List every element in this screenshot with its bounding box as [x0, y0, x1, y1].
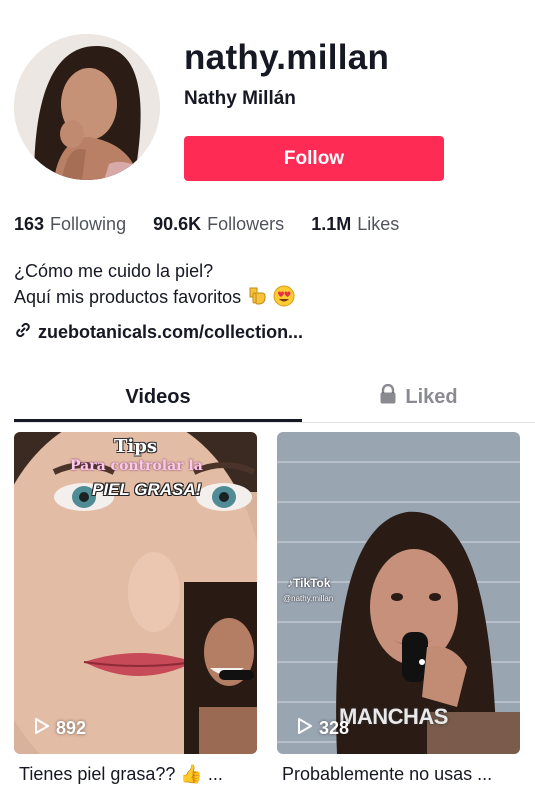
followers-label: Followers [207, 214, 285, 234]
play-icon [297, 717, 313, 740]
following-count: 163 [14, 214, 45, 234]
video-overlay-headline: PIEL GRASA! [92, 480, 202, 499]
bio-line-2: Aquí mis productos favoritos [14, 287, 242, 307]
following-label: Following [50, 214, 127, 234]
tiktok-watermark: ♪TikTok [287, 576, 331, 590]
bio-link-text[interactable]: zuebotanicals.com/collection... [38, 322, 303, 343]
following-stat[interactable]: 163 Following [14, 214, 126, 235]
bio-line-1: ¿Cómo me cuido la piel? [14, 261, 214, 281]
tab-liked[interactable]: Liked [302, 372, 535, 422]
link-icon [14, 321, 32, 344]
profile-bio: ¿Cómo me cuido la piel? Aquí mis product… [14, 258, 295, 314]
profile-tabs: Videos Liked [14, 372, 535, 423]
followers-count: 90.6K [153, 214, 202, 234]
bio-line-2-row: Aquí mis productos favoritos [14, 284, 295, 314]
video-views: 892 [34, 717, 86, 740]
username: nathy.millan [184, 38, 390, 77]
video-views: 328 [297, 717, 349, 740]
active-tab-indicator [14, 419, 302, 422]
video-caption[interactable]: Probablemente no usas ... [282, 764, 525, 785]
tiktok-watermark-handle: @nathy.millan [283, 594, 334, 603]
video-card[interactable]: Tips Para controlar la PIEL GRASA! 892 [14, 432, 257, 754]
display-name: Nathy Millán [184, 88, 296, 109]
tiktok-watermark-brand: TikTok [293, 576, 331, 590]
bio-link[interactable]: zuebotanicals.com/collection... [14, 321, 303, 344]
tab-videos[interactable]: Videos [14, 372, 302, 422]
likes-count: 1.1M [311, 214, 352, 234]
avatar-image [14, 34, 160, 180]
heart-eyes-emoji-icon [273, 285, 295, 314]
followers-stat[interactable]: 90.6K Followers [153, 214, 284, 235]
pointing-down-hand-icon [246, 285, 268, 314]
lock-icon [379, 383, 397, 410]
follow-button[interactable]: Follow [184, 136, 444, 181]
video-overlay-headline: MANCHAS [339, 704, 448, 729]
profile-avatar [14, 34, 160, 180]
video-overlay-title: Tips [114, 436, 157, 457]
tab-videos-label: Videos [125, 385, 191, 408]
video-views-count: 892 [56, 718, 87, 738]
play-icon [34, 717, 50, 740]
video-views-count: 328 [319, 718, 350, 738]
likes-stat: 1.1M Likes [311, 214, 399, 235]
profile-stats: 163 Following 90.6K Followers 1.1M Likes [14, 214, 421, 235]
likes-label: Likes [357, 214, 400, 234]
video-overlay-subtitle: Para controlar la [70, 458, 203, 474]
video-caption[interactable]: Tienes piel grasa?? 👍 ... [19, 764, 262, 785]
video-card[interactable]: ♪TikTok @nathy.millan MANCHAS 328 [277, 432, 520, 754]
tab-liked-label: Liked [405, 385, 458, 408]
